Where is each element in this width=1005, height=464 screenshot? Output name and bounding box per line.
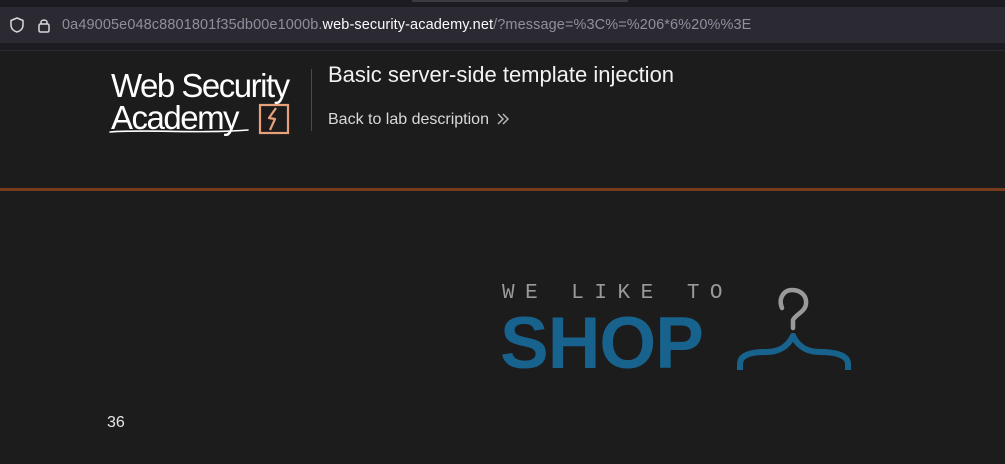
hanger-icon [737,287,851,370]
header-accent-line [0,188,1005,191]
tab-indicator [412,0,628,2]
url-bar[interactable]: 0a49005e048c8801801f35db00e1000b.web-sec… [0,7,1005,43]
back-to-lab-link[interactable]: Back to lab description [328,111,510,129]
logo-underline [109,129,249,133]
url-path: /?message=%3C%=%206*6%20%%3E [493,17,752,33]
shop-word: SHOP [500,303,704,384]
shop-tagline: WE LIKE TO [502,282,734,305]
url-text[interactable]: 0a49005e048c8801801f35db00e1000b.web-sec… [62,16,751,34]
double-chevron-right-icon [497,113,509,125]
logo-line1: Web Security [111,67,290,104]
academy-logo[interactable]: Web Security Academy [108,67,308,141]
url-host: web-security-academy.net [322,17,494,33]
lab-header: Web Security Academy Basic server-side t… [0,51,1005,188]
shield-icon[interactable] [8,16,26,34]
url-subdomain: 0a49005e048c8801801f35db00e1000b. [62,17,323,33]
browser-toolbar: 0a49005e048c8801801f35db00e1000b.web-sec… [0,0,1005,51]
lock-icon[interactable] [35,16,53,34]
lab-title: Basic server-side template injection [328,62,675,87]
back-link-label: Back to lab description [328,111,489,128]
header-divider [311,69,312,131]
shop-banner: WE LIKE TO SHOP [500,282,860,384]
template-output: 36 [107,414,125,431]
